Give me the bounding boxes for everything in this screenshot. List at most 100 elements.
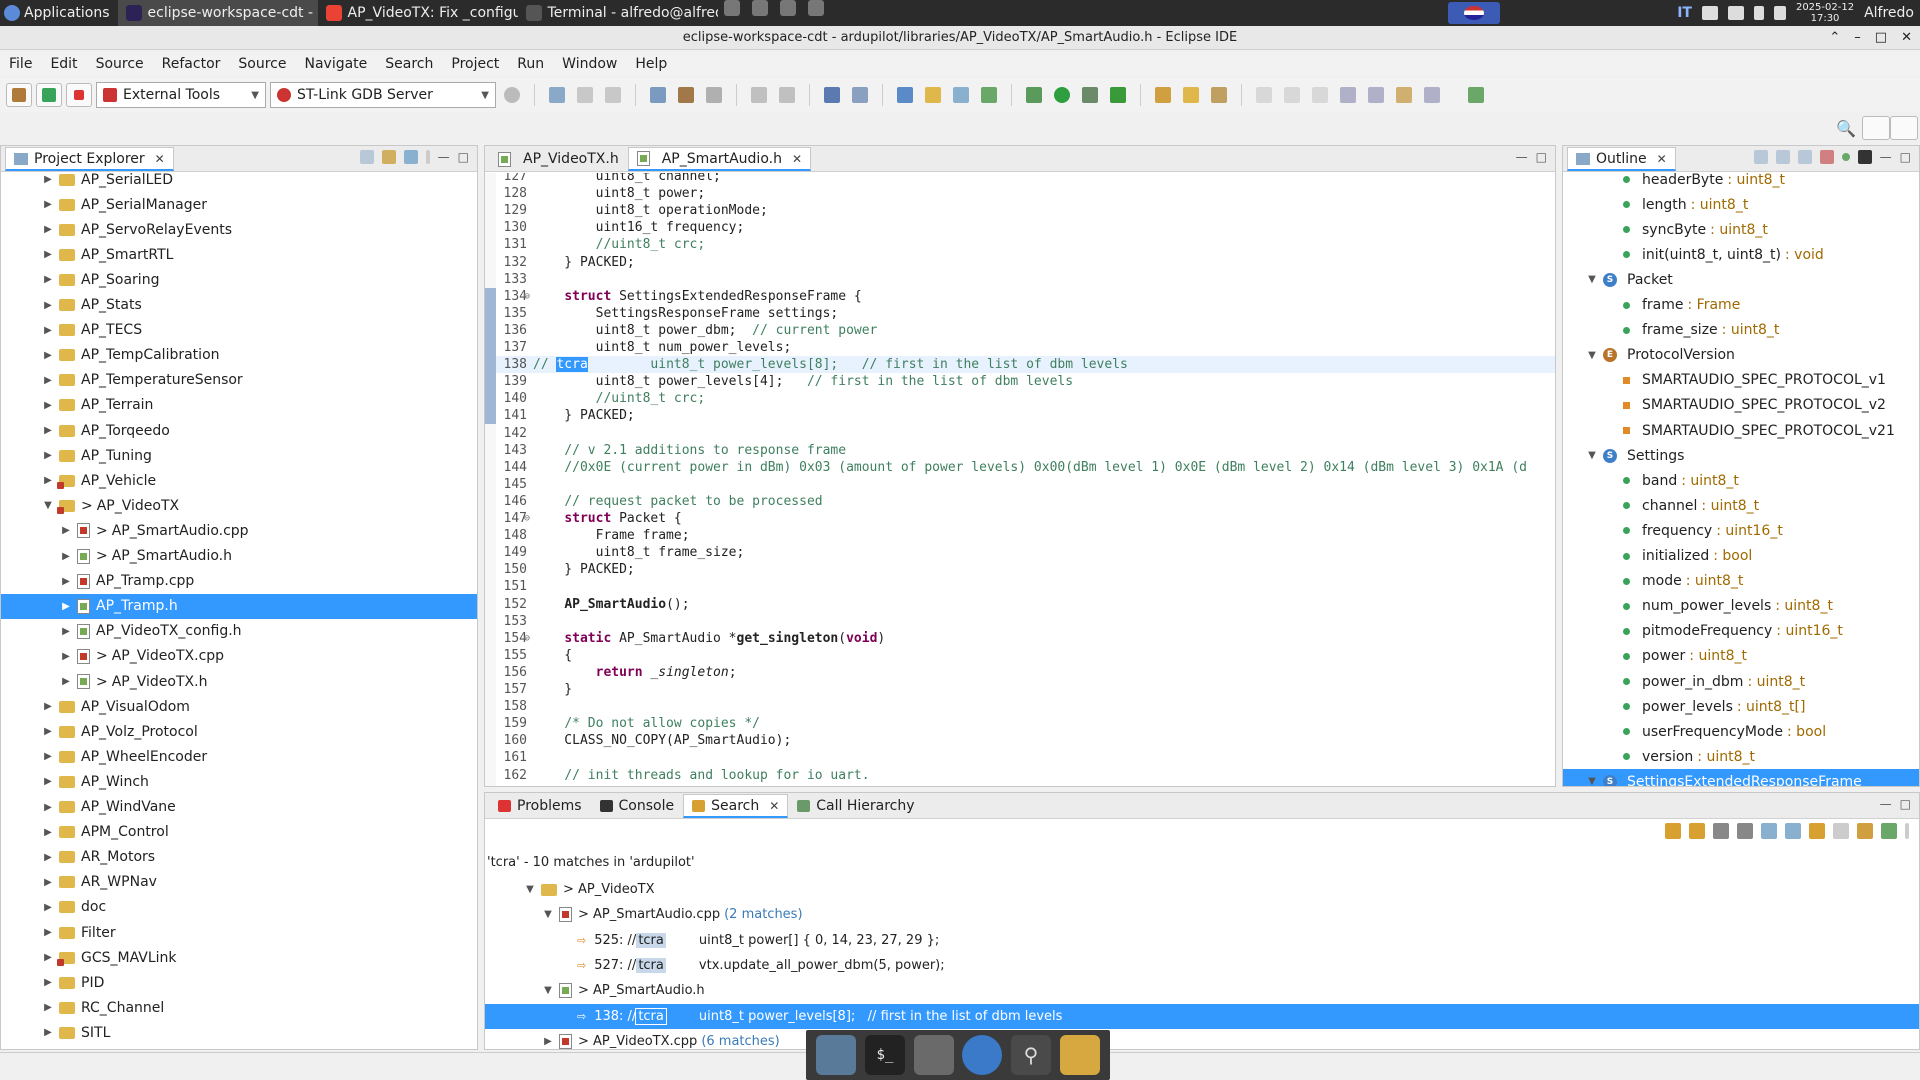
outline-item[interactable]: channel: uint8_t [1563,493,1919,518]
back-icon[interactable] [1340,87,1356,103]
remove-all-matches-icon[interactable] [1737,823,1753,839]
tab-console[interactable]: Console [591,794,684,818]
chevron-right-icon[interactable]: ▶ [61,676,71,687]
chevron-right-icon[interactable]: ▶ [61,651,71,662]
editor-tab[interactable]: AP_SmartAudio.h ✕ [627,147,812,171]
tree-item[interactable]: ▶ doc [1,895,477,920]
menu-help[interactable]: Help [626,56,676,72]
tree-item[interactable]: ▶ GCS_MAVLink [1,945,477,970]
chevron-right-icon[interactable]: ▶ [61,601,71,612]
refresh-icon[interactable] [981,87,997,103]
new-class-icon[interactable] [897,87,913,103]
chevron-right-icon[interactable]: ▶ [43,751,53,762]
chevron-down-icon[interactable]: ▼ [1587,776,1597,786]
editor-tab[interactable]: AP_VideoTX.h [489,147,628,171]
chevron-down-icon[interactable]: ▼ [525,884,535,895]
menu-edit[interactable]: Edit [41,56,86,72]
chevron-right-icon[interactable]: ▶ [61,626,71,637]
hide-nonpublic-icon[interactable] [1819,150,1834,164]
tree-item[interactable]: ▶ SITL [1,1020,477,1045]
outline-item[interactable]: frame_size: uint8_t [1563,318,1919,343]
tree-item[interactable]: ▶ APM_Control [1,820,477,845]
link-with-editor-icon[interactable] [381,150,396,164]
tree-item[interactable]: ▶ AP_TemperatureSensor [1,368,477,393]
tree-item[interactable]: ▶ AP_ServoRelayEvents [1,217,477,242]
outline-item[interactable]: userFrequencyMode: bool [1563,719,1919,744]
outline-item[interactable]: ▼ S SettingsExtendedResponseFrame [1563,769,1919,786]
tree-item[interactable]: ▶ AP_Soaring [1,267,477,292]
menu-search[interactable]: Search [376,56,442,72]
nav-forward-icon[interactable] [1424,87,1440,103]
sort-icon[interactable] [1753,150,1768,164]
outline-item[interactable]: power_in_dbm: uint8_t [1563,669,1919,694]
chevron-right-icon[interactable]: ▶ [43,927,53,938]
network-icon[interactable] [1701,6,1718,20]
menu-navigate[interactable]: Navigate [295,56,376,72]
chevron-right-icon[interactable]: ▶ [43,701,53,712]
build-config-icon[interactable] [650,87,666,103]
coverage-icon[interactable] [1082,87,1098,103]
remove-match-icon[interactable] [1713,823,1729,839]
tab-project-explorer[interactable]: Project Explorer ✕ [5,147,174,171]
outline-item[interactable]: init(uint8_t, uint8_t): void [1563,242,1919,267]
tree-item[interactable]: ▶ > AP_VideoTX.h [1,669,477,694]
outline-item[interactable]: frequency: uint16_t [1563,518,1919,543]
link-icon[interactable] [852,87,868,103]
minimize-button[interactable]: – [1854,26,1861,50]
tree-item[interactable]: ▶ AP_WindVane [1,795,477,820]
outline-item[interactable]: version: uint8_t [1563,744,1919,769]
minimize-view-button[interactable]: — [438,150,450,164]
macro-icon[interactable] [1857,150,1872,164]
tree-item[interactable]: ▶ AP_WheelEncoder [1,744,477,769]
tree-item[interactable]: ▶ > AP_SmartAudio.cpp [1,518,477,543]
taskbar-task[interactable]: AP_VideoTX: Fix _configur... [318,0,518,26]
cancel-search-icon[interactable] [1833,823,1849,839]
launch-mode-select[interactable]: External Tools ▼ [96,82,266,108]
chevron-right-icon[interactable]: ▶ [43,977,53,988]
search-group-row[interactable]: ▼ > AP_SmartAudio.h [485,978,1919,1003]
terminal-small-icon[interactable] [779,0,796,16]
chevron-down-icon[interactable]: ▼ [43,500,53,511]
chevron-right-icon[interactable]: ▶ [43,877,53,888]
chevron-right-icon[interactable]: ▶ [543,1036,553,1047]
user-menu[interactable]: Alfredo [1864,5,1914,21]
tree-item[interactable]: ▶ AP_TempCalibration [1,343,477,368]
tab-call-hierarchy[interactable]: Call Hierarchy [788,794,923,818]
forward-icon[interactable] [1368,87,1384,103]
mark-occurrences-icon[interactable] [1256,87,1272,103]
chevron-right-icon[interactable]: ▶ [43,952,53,963]
last-edit-icon[interactable] [1396,87,1412,103]
web-browser-icon[interactable] [962,1035,1003,1075]
tree-item[interactable]: ▶ RC_Channel [1,995,477,1020]
tree-item[interactable]: ▶ AP_Winch [1,769,477,794]
search-group-row[interactable]: ▼ > AP_SmartAudio.cpp (2 matches) [485,902,1919,927]
debug-button[interactable] [36,83,62,107]
tree-item[interactable]: ▶ AP_SmartRTL [1,242,477,267]
close-window-button[interactable]: ✕ [1901,26,1912,50]
applications-menu[interactable]: Applications [0,0,118,26]
taskbar-task[interactable]: eclipse-workspace-cdt - ar... [117,0,318,26]
menu-source[interactable]: Source [229,56,295,72]
battery-icon[interactable] [1753,6,1764,20]
cpp-perspective-button[interactable] [1890,116,1918,140]
fold-toggle-icon[interactable]: ⊖ [524,630,530,647]
chevron-right-icon[interactable]: ▶ [43,902,53,913]
close-icon[interactable]: ✕ [155,152,165,166]
show-desktop-icon[interactable] [816,1035,857,1075]
tree-item[interactable]: ▶ AP_Vehicle [1,468,477,493]
maximize-editor-button[interactable]: □ [1536,150,1547,164]
close-icon[interactable]: ✕ [1657,152,1667,166]
outline-item[interactable]: pitmodeFrequency: uint16_t [1563,619,1919,644]
outline-item[interactable]: ▼ S Packet [1563,267,1919,292]
launch-target-select[interactable]: ST-Link GDB Server ▼ [270,82,496,108]
outline-item[interactable]: SMARTAUDIO_SPEC_PROTOCOL_v21 [1563,418,1919,443]
run-external-icon[interactable] [1110,87,1126,103]
chevron-down-icon[interactable]: ▼ [543,985,553,996]
tab-search[interactable]: Search ✕ [683,794,789,818]
new-folder-icon[interactable] [925,87,941,103]
git-icon[interactable] [751,0,768,16]
tree-item[interactable]: ▶ AP_TECS [1,318,477,343]
view-menu-icon[interactable] [425,150,430,164]
tree-item[interactable]: ▶ PID [1,970,477,995]
outline-item[interactable]: ▼ E ProtocolVersion [1563,343,1919,368]
